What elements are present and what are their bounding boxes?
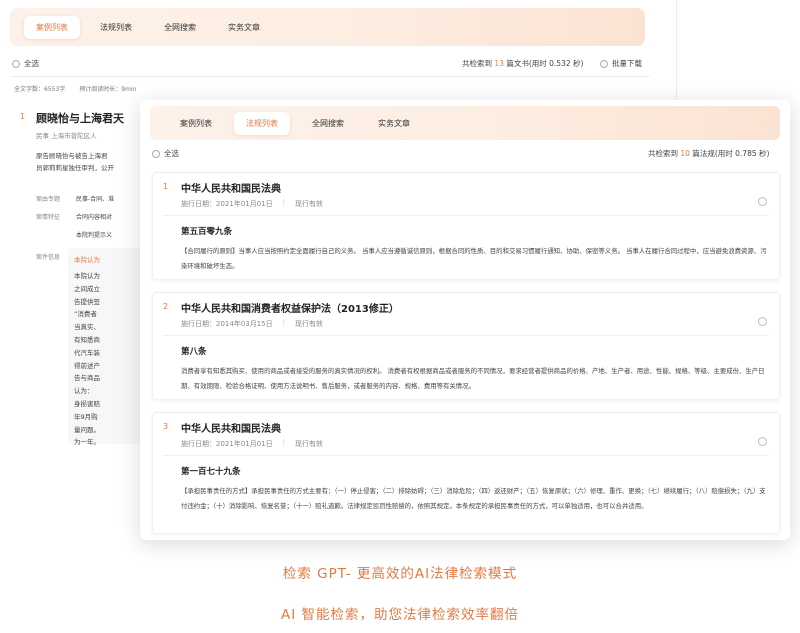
article-number: 第一百七十九条 <box>181 467 241 477</box>
article-text: 消费者享有知悉其购买、使用的商品或者接受的服务的真实情况的权利。 消费者有权根据… <box>181 367 765 390</box>
reading-time: 预计阅读时长：9min <box>79 86 137 93</box>
law-status: 现行有效 <box>295 200 323 208</box>
divider <box>163 455 769 456</box>
tab-case-list[interactable]: 案例列表 <box>168 112 224 135</box>
case-info-line: 告提供签 <box>74 297 100 306</box>
law-result-card[interactable]: 2 中华人民共和国消费者权益保护法（2013修正） 施行日期：2014年03月1… <box>152 292 780 400</box>
effective-date: 施行日期：2021年01月01日 <box>181 200 273 208</box>
case-info-line: 告与商品 <box>74 374 100 383</box>
case-feature-value: 本院判提示义 <box>76 232 113 239</box>
meta-separator: | <box>282 199 285 207</box>
checkbox-icon[interactable] <box>152 149 160 158</box>
back-tab-articles[interactable]: 实务文章 <box>216 16 272 39</box>
preview-icon[interactable] <box>758 197 767 206</box>
back-tab-web-search[interactable]: 全网搜索 <box>152 16 208 39</box>
case-title[interactable]: 顾晓怡与上海君天 <box>36 110 124 126</box>
batch-download-label: 批量下载 <box>612 59 642 68</box>
result-prefix: 共检索到 <box>648 149 678 158</box>
case-summary-line: 原告顾晓怡与被告上海君 <box>36 152 108 160</box>
case-feature-label: 案情特征 <box>36 214 61 221</box>
case-summary: 原告顾晓怡与被告上海君 员郭莉莉星独任审判，公开 <box>36 150 146 174</box>
divider <box>163 215 769 216</box>
result-index: 1 <box>20 112 26 121</box>
case-info-line: 得前述产 <box>74 361 100 370</box>
case-info-line: 本院认为 <box>74 272 100 280</box>
case-info-header: 本院认为 <box>74 256 100 264</box>
law-meta: 施行日期：2021年01月01日 | 现行有效 <box>181 439 323 449</box>
back-tab-case-list[interactable]: 案例列表 <box>24 15 80 39</box>
preview-icon[interactable] <box>758 317 767 326</box>
law-status: 现行有效 <box>295 320 323 328</box>
case-info-line: 之间成立 <box>74 284 100 293</box>
law-status: 现行有效 <box>295 440 323 448</box>
preview-icon[interactable] <box>758 437 767 446</box>
result-index: 2 <box>163 302 169 311</box>
result-count-number: 10 <box>680 149 690 158</box>
case-info-line: 为一年。 <box>74 438 100 447</box>
case-feature-value: 合同内容相对 <box>76 214 113 221</box>
effective-date: 施行日期：2021年01月01日 <box>181 440 273 448</box>
law-result-card[interactable]: 1 中华人民共和国民法典 施行日期：2021年01月01日 | 现行有效 第五百… <box>152 172 780 280</box>
tab-law-list[interactable]: 法规列表 <box>234 111 290 135</box>
divider <box>10 76 650 77</box>
case-topic-value: 民事-合同、准 <box>76 196 115 203</box>
caption-tagline: AI 智能检索，助您法律检索效率翻倍 <box>280 607 519 623</box>
result-index: 1 <box>163 182 169 191</box>
law-meta: 施行日期：2021年01月01日 | 现行有效 <box>181 199 323 209</box>
meta-separator: | <box>282 439 285 447</box>
checkbox-icon[interactable] <box>12 59 20 68</box>
tab-articles[interactable]: 实务文章 <box>366 112 422 135</box>
law-title[interactable]: 中华人民共和国民法典 <box>181 420 281 435</box>
case-info-line: “消费者 <box>74 310 97 319</box>
front-tab-bar: 案例列表 法规列表 全网搜索 实务文章 <box>150 106 780 140</box>
result-index: 3 <box>163 422 169 431</box>
back-tab-bar: 案例列表 法规列表 全网搜索 实务文章 <box>10 8 645 46</box>
effective-date: 施行日期：2014年03月15日 <box>181 320 273 328</box>
case-info-line: 量问题。 <box>74 425 100 434</box>
result-count: 共检索到 10 篇法规(用时 0.785 秒) <box>648 148 769 159</box>
result-suffix: 篇文书(用时 0.532 秒) <box>506 59 584 68</box>
case-topic-label: 案由专题 <box>36 196 61 203</box>
law-result-card[interactable]: 3 中华人民共和国民法典 施行日期：2021年01月01日 | 现行有效 第一百… <box>152 412 780 534</box>
law-meta: 施行日期：2014年03月15日 | 现行有效 <box>181 319 323 329</box>
front-window: 案例列表 法规列表 全网搜索 实务文章 全选 共检索到 10 篇法规(用时 0.… <box>140 100 790 540</box>
back-result-count: 共检索到 13 篇文书(用时 0.532 秒) <box>462 58 583 69</box>
case-meta: 民事 上海市普陀区人 <box>36 132 97 140</box>
divider <box>163 335 769 336</box>
case-info-label: 案件信息 <box>36 254 61 261</box>
checkbox-icon[interactable] <box>600 59 608 68</box>
result-prefix: 共检索到 <box>462 59 492 68</box>
article-text: 【合同履行的原则】当事人应当按照约定全面履行自己的义务。 当事人应当遵循诚信原则… <box>181 247 767 270</box>
case-summary-line: 员郭莉莉星独任审判，公开 <box>36 164 114 172</box>
select-all-label: 全选 <box>164 149 179 158</box>
caption-headline: 检索 GPT- 更高效的AI法律检索模式 <box>282 566 518 582</box>
article-number: 第八条 <box>181 347 207 357</box>
law-title[interactable]: 中华人民共和国民法典 <box>181 180 281 195</box>
result-count-number: 13 <box>494 59 504 68</box>
batch-download-button[interactable]: 批量下载 <box>600 58 642 69</box>
case-result-card[interactable]: 1 顾晓怡与上海君天 民事 上海市普陀区人 原告顾晓怡与被告上海君 员郭莉莉星独… <box>12 100 152 450</box>
case-info-line: 代汽车装 <box>74 348 100 357</box>
article-text: 【承担民事责任的方式】承担民事责任的方式主要有：（一）停止侵害；（二）排除妨碍；… <box>181 487 766 510</box>
case-info-line: 当真实、 <box>74 323 100 332</box>
case-info-line: 身损害赔 <box>74 399 100 408</box>
word-count: 全文字数：6553字 <box>14 86 66 93</box>
case-info-line: 认为： <box>74 387 94 396</box>
law-title[interactable]: 中华人民共和国消费者权益保护法（2013修正） <box>181 300 399 315</box>
back-tab-law-list[interactable]: 法规列表 <box>88 16 144 39</box>
select-all-label: 全选 <box>24 59 39 68</box>
meta-separator: | <box>282 319 285 327</box>
back-select-all[interactable]: 全选 <box>12 58 39 69</box>
case-info-line: 有知悉商 <box>74 335 100 344</box>
select-all[interactable]: 全选 <box>152 148 179 159</box>
case-info-box: 本院认为 本院认为 之间成立 告提供签 “消费者 当真实、 有知悉商 代汽车装 … <box>68 248 150 446</box>
document-stats: 全文字数：6553字 预计阅读时长：9min <box>14 84 136 93</box>
result-suffix: 篇法规(用时 0.785 秒) <box>692 149 770 158</box>
tab-web-search[interactable]: 全网搜索 <box>300 112 356 135</box>
article-number: 第五百零九条 <box>181 227 233 237</box>
case-info-line: 年9月购 <box>74 412 98 421</box>
